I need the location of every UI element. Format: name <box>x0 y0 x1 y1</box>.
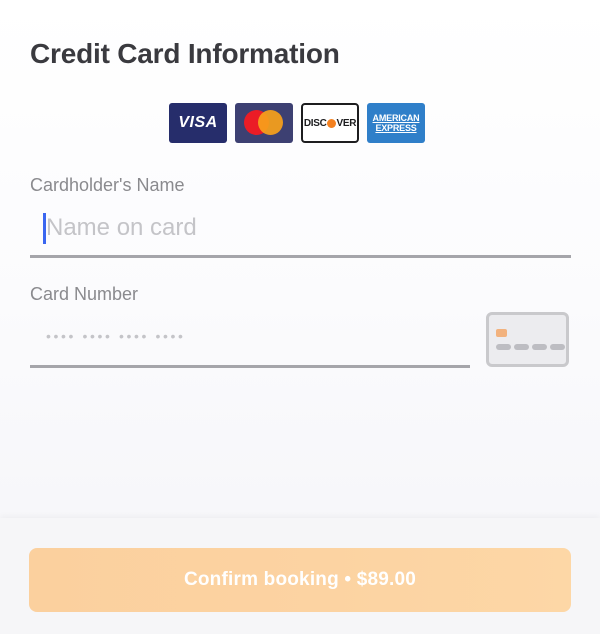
amex-logo-line2: EXPRESS <box>375 123 417 133</box>
discover-logo-icon: DISC VER <box>301 103 359 143</box>
cardholder-name-placeholder: Name on card <box>46 214 197 241</box>
visa-logo-icon: VISA <box>169 103 227 143</box>
cardholder-name-underline <box>30 255 571 258</box>
cardholder-name-label: Cardholder's Name <box>30 175 185 195</box>
card-chip-icon <box>496 329 507 337</box>
card-number-field[interactable]: •••• •••• •••• •••• <box>30 318 470 368</box>
visa-logo-text: VISA <box>178 114 218 131</box>
payment-screen: Credit Card Information VISA DISC VER AME… <box>0 0 600 634</box>
amex-logo-line1: AMERICAN <box>372 113 420 123</box>
card-number-underline <box>30 365 470 368</box>
card-digits-icon <box>496 344 565 350</box>
discover-logo-suffix: VER <box>336 117 357 129</box>
amex-logo-icon: AMERICAN EXPRESS <box>367 103 425 143</box>
accepted-cards: VISA DISC VER AMERICAN EXPRESS <box>169 103 425 143</box>
mastercard-yellow-circle <box>258 110 283 135</box>
page-title: Credit Card Information <box>30 38 340 69</box>
cardholder-name-field[interactable]: Name on card <box>30 210 571 258</box>
discover-logo-dot <box>327 118 337 128</box>
card-number-label: Card Number <box>30 284 139 304</box>
confirm-booking-button[interactable]: Confirm booking • $89.00 <box>29 548 571 612</box>
mastercard-logo-icon <box>235 103 293 143</box>
discover-logo-prefix: DISC <box>303 117 327 129</box>
credit-card-icon <box>486 312 569 367</box>
card-number-placeholder: •••• •••• •••• •••• <box>46 328 186 344</box>
